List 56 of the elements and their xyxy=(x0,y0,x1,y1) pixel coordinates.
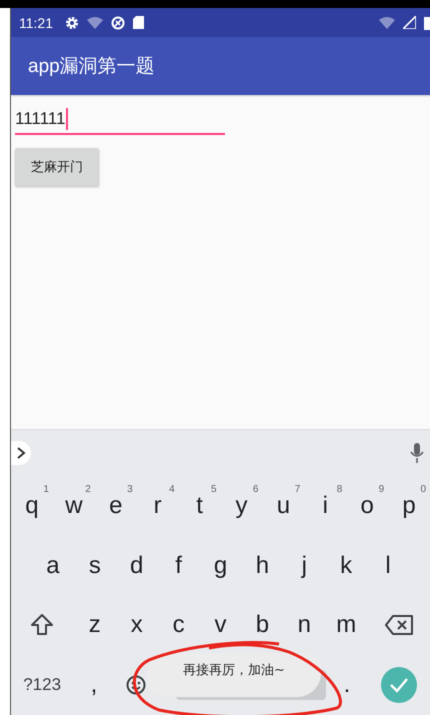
keyboard-key[interactable]: u xyxy=(276,492,290,520)
keyboard-key[interactable]: s xyxy=(88,552,101,580)
keyboard-key[interactable]: d xyxy=(130,552,144,580)
chevron-icon xyxy=(16,446,26,459)
status-time: 11:21 xyxy=(19,14,53,30)
key-hint: 0 xyxy=(420,484,426,495)
keyboard-key[interactable]: v xyxy=(214,611,227,640)
keyboard-key[interactable]: k xyxy=(340,552,352,580)
symbols-key[interactable]: ?123 xyxy=(23,675,62,696)
microphone-icon[interactable] xyxy=(410,442,424,463)
key-hint: 8 xyxy=(336,484,342,495)
keyboard-key[interactable]: z xyxy=(88,611,101,640)
keyboard-key[interactable]: y xyxy=(235,492,248,520)
backspace-icon[interactable] xyxy=(384,615,413,636)
shift-icon[interactable] xyxy=(30,613,54,638)
gear-icon xyxy=(65,16,79,30)
keyboard-key[interactable]: c xyxy=(172,611,185,640)
keyboard-key[interactable]: b xyxy=(256,611,270,640)
key-hint: 7 xyxy=(294,484,300,495)
keyboard-key[interactable]: q xyxy=(25,492,39,520)
expand-button[interactable] xyxy=(11,440,31,465)
keyboard-key[interactable]: i xyxy=(322,492,328,520)
key-hint: 1 xyxy=(43,484,49,495)
keyboard-key[interactable]: f xyxy=(175,552,182,580)
keyboard-key[interactable]: h xyxy=(256,552,270,580)
keyboard-key[interactable]: r xyxy=(154,492,162,520)
keyboard-key[interactable]: n xyxy=(298,611,311,640)
keyboard-key[interactable]: e xyxy=(109,492,122,520)
keyboard-key[interactable]: j xyxy=(302,552,307,580)
wifi-icon xyxy=(87,16,103,28)
signal-icon xyxy=(403,16,416,29)
key-hint: 5 xyxy=(210,484,217,495)
keyboard-key[interactable]: x xyxy=(130,611,143,640)
keyboard-key[interactable]: g xyxy=(214,552,228,580)
keyboard-key[interactable]: p xyxy=(402,492,416,520)
check-icon xyxy=(388,677,409,694)
keyboard-key[interactable]: w xyxy=(65,492,83,520)
open-button[interactable]: 芝麻开门 xyxy=(15,148,99,186)
keyboard-key[interactable]: m xyxy=(336,611,356,640)
input-field[interactable]: 111111 xyxy=(15,105,225,135)
key-hint: 4 xyxy=(169,484,175,495)
keyboard-key[interactable]: l xyxy=(385,552,391,580)
battery-icon xyxy=(424,16,430,30)
sd-card-icon xyxy=(133,16,144,29)
key-hint: 3 xyxy=(127,484,133,495)
key-hint: 2 xyxy=(85,484,91,495)
keyboard-key[interactable]: t xyxy=(196,492,203,520)
keyboard-key[interactable]: o xyxy=(360,492,374,520)
keyboard-key[interactable]: , xyxy=(90,671,98,700)
key-hint: 9 xyxy=(378,484,384,495)
message-toast: 再接再厉，加油~ xyxy=(147,653,321,697)
keyboard-key[interactable]: . xyxy=(344,671,350,700)
key-hint: 6 xyxy=(252,484,258,495)
emoji-icon[interactable] xyxy=(126,675,146,696)
keyboard-key[interactable]: a xyxy=(46,552,60,580)
app-title: app漏洞第一题 xyxy=(28,55,155,79)
